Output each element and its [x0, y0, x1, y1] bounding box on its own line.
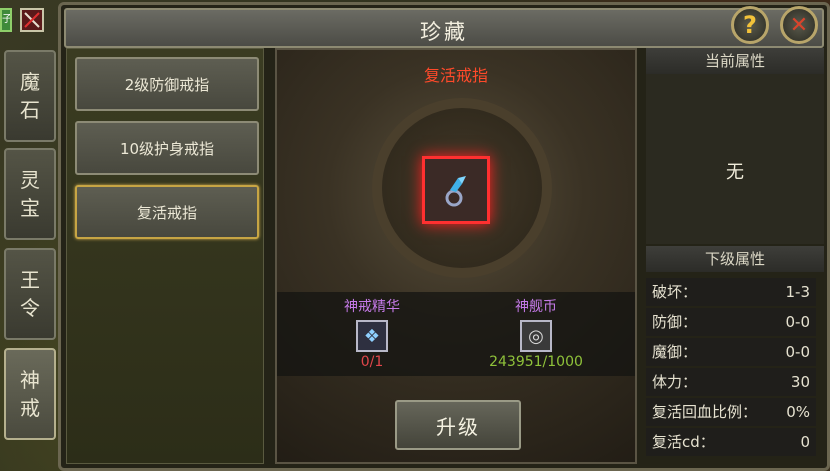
- item-name: 复活戒指: [423, 66, 488, 85]
- crossed-swords-icon[interactable]: [20, 8, 44, 32]
- current-attrs-header: 当前属性: [646, 48, 824, 74]
- close-icon: ✕: [789, 12, 809, 38]
- ring-essence-icon[interactable]: ❖: [356, 320, 388, 352]
- title-bar: 珍藏: [64, 8, 824, 48]
- material-ring-essence: 神戒精华 ❖ 0/1: [307, 296, 437, 370]
- list-item[interactable]: 2级防御戒指: [75, 57, 259, 111]
- list-item-selected[interactable]: 复活戒指: [75, 185, 259, 239]
- next-attrs-header: 下级属性: [646, 246, 824, 272]
- question-icon: ?: [743, 11, 757, 39]
- close-button[interactable]: ✕: [780, 6, 818, 44]
- material-count: 0/1: [360, 354, 384, 370]
- material-name: 神舰币: [515, 299, 557, 315]
- attr-row: 魔御： 0-0: [646, 338, 816, 366]
- attr-row: 防御： 0-0: [646, 308, 816, 336]
- upgrade-button[interactable]: 升级: [395, 400, 521, 450]
- attr-row: 体力： 30: [646, 368, 816, 396]
- item-slot[interactable]: [422, 156, 490, 224]
- list-item[interactable]: 10级护身戒指: [75, 121, 259, 175]
- material-name: 神戒精华: [344, 299, 400, 315]
- sidebar-tab-shenjie[interactable]: 神戒: [4, 348, 56, 440]
- corner-green-tab[interactable]: 子: [0, 8, 12, 32]
- current-attrs-value: 无: [726, 162, 744, 183]
- attributes-panel: 当前属性 无 下级属性 破坏： 1-3 防御： 0-0 魔御： 0-0 体力： 30 复…: [646, 48, 824, 464]
- coin-icon[interactable]: ◎: [520, 320, 552, 352]
- materials-bar: 神戒精华 ❖ 0/1 神舰币 ◎ 243951/1000: [277, 292, 635, 376]
- material-count: 243951/1000: [489, 354, 583, 370]
- item-detail-panel: 复活戒指 神戒精华 ❖ 0/1 神舰币 ◎ 243951/1000 升级: [275, 48, 637, 464]
- sidebar-tab-wangling[interactable]: 王令: [4, 248, 56, 340]
- revive-ring-icon: [445, 176, 466, 207]
- current-attrs-box: 无: [646, 74, 824, 244]
- sidebar-tab-moshi[interactable]: 魔石: [4, 50, 56, 142]
- attr-row: 复活cd： 0: [646, 428, 816, 456]
- sidebar-tab-lingbao[interactable]: 灵宝: [4, 148, 56, 240]
- help-button[interactable]: ?: [731, 6, 769, 44]
- material-coin: 神舰币 ◎ 243951/1000: [471, 296, 601, 370]
- attr-row: 破坏： 1-3: [646, 278, 816, 306]
- window-title: 珍藏: [420, 20, 468, 44]
- ring-list: 2级防御戒指 10级护身戒指 复活戒指: [66, 48, 264, 464]
- attr-row: 复活回血比例： 0%: [646, 398, 816, 426]
